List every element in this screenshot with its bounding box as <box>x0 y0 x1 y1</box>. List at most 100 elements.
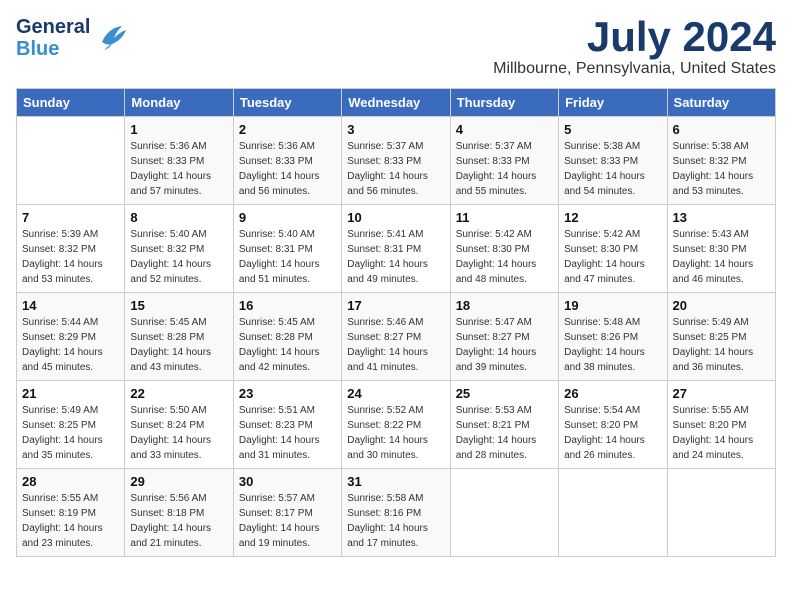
day-number: 5 <box>564 122 661 137</box>
calendar-cell: 18Sunrise: 5:47 AMSunset: 8:27 PMDayligh… <box>450 293 558 381</box>
calendar-table: SundayMondayTuesdayWednesdayThursdayFrid… <box>16 88 776 557</box>
day-info: Sunrise: 5:54 AMSunset: 8:20 PMDaylight:… <box>564 403 661 463</box>
calendar-cell: 29Sunrise: 5:56 AMSunset: 8:18 PMDayligh… <box>125 469 233 557</box>
calendar-cell: 4Sunrise: 5:37 AMSunset: 8:33 PMDaylight… <box>450 117 558 205</box>
calendar-cell: 19 Sunrise: 5:48 AMSunset: 8:26 PMDayligh… <box>559 293 667 381</box>
page-header: General Blue July 2024 Millbourne, Penns… <box>16 16 776 78</box>
day-number: 1 <box>130 122 227 137</box>
day-info: Sunrise: 5:44 AMSunset: 8:29 PMDaylight:… <box>22 315 119 375</box>
calendar-cell: 17Sunrise: 5:46 AMSunset: 8:27 PMDayligh… <box>342 293 450 381</box>
day-info: Sunrise: 5:55 AMSunset: 8:20 PMDaylight:… <box>673 403 770 463</box>
location-title: Millbourne, Pennsylvania, United States <box>493 60 776 78</box>
calendar-cell: 1 Sunrise: 5:36 AMSunset: 8:33 PMDaylight… <box>125 117 233 205</box>
logo-text-blue: Blue <box>16 38 90 60</box>
day-info: Sunrise: 5:49 AMSunset: 8:25 PMDaylight:… <box>22 403 119 463</box>
day-info: Sunrise: 5:53 AMSunset: 8:21 PMDaylight:… <box>456 403 553 463</box>
calendar-cell <box>559 469 667 557</box>
calendar-cell: 5 Sunrise: 5:38 AMSunset: 8:33 PMDaylight… <box>559 117 667 205</box>
day-number: 27 <box>673 386 770 401</box>
day-number: 8 <box>130 210 227 225</box>
day-number: 6 <box>673 122 770 137</box>
day-number: 10 <box>347 210 444 225</box>
calendar-cell: 15 Sunrise: 5:45 AMSunset: 8:28 PMDayligh… <box>125 293 233 381</box>
calendar-cell: 26Sunrise: 5:54 AMSunset: 8:20 PMDayligh… <box>559 381 667 469</box>
day-info: Sunrise: 5:39 AMSunset: 8:32 PMDaylight:… <box>22 227 119 287</box>
weekday-header-thursday: Thursday <box>450 89 558 117</box>
calendar-cell: 9 Sunrise: 5:40 AMSunset: 8:31 PMDaylight… <box>233 205 341 293</box>
calendar-cell: 8 Sunrise: 5:40 AMSunset: 8:32 PMDaylight… <box>125 205 233 293</box>
day-number: 14 <box>22 298 119 313</box>
day-info: Sunrise: 5:40 AMSunset: 8:32 PMDaylight:… <box>130 227 227 287</box>
calendar-cell: 24 Sunrise: 5:52 AMSunset: 8:22 PMDayligh… <box>342 381 450 469</box>
calendar-cell: 31 Sunrise: 5:58 AMSunset: 8:16 PMDayligh… <box>342 469 450 557</box>
calendar-week-row: 14 Sunrise: 5:44 AMSunset: 8:29 PMDayligh… <box>17 293 776 381</box>
day-info: Sunrise: 5:46 AMSunset: 8:27 PMDaylight:… <box>347 315 444 375</box>
day-number: 16 <box>239 298 336 313</box>
day-info: Sunrise: 5:42 AMSunset: 8:30 PMDaylight:… <box>456 227 553 287</box>
day-number: 7 <box>22 210 119 225</box>
calendar-week-row: 28 Sunrise: 5:55 AMSunset: 8:19 PMDayligh… <box>17 469 776 557</box>
logo-text-general: General <box>16 16 90 38</box>
day-number: 24 <box>347 386 444 401</box>
calendar-cell: 3 Sunrise: 5:37 AMSunset: 8:33 PMDaylight… <box>342 117 450 205</box>
calendar-cell: 27 Sunrise: 5:55 AMSunset: 8:20 PMDayligh… <box>667 381 775 469</box>
day-info: Sunrise: 5:55 AMSunset: 8:19 PMDaylight:… <box>22 491 119 551</box>
weekday-header-saturday: Saturday <box>667 89 775 117</box>
calendar-week-row: 7 Sunrise: 5:39 AMSunset: 8:32 PMDaylight… <box>17 205 776 293</box>
weekday-header-tuesday: Tuesday <box>233 89 341 117</box>
day-number: 12 <box>564 210 661 225</box>
day-info: Sunrise: 5:42 AMSunset: 8:30 PMDaylight:… <box>564 227 661 287</box>
day-number: 21 <box>22 386 119 401</box>
calendar-cell: 28 Sunrise: 5:55 AMSunset: 8:19 PMDayligh… <box>17 469 125 557</box>
month-title: July 2024 <box>493 16 776 58</box>
calendar-cell: 14 Sunrise: 5:44 AMSunset: 8:29 PMDayligh… <box>17 293 125 381</box>
calendar-cell: 7 Sunrise: 5:39 AMSunset: 8:32 PMDaylight… <box>17 205 125 293</box>
day-number: 20 <box>673 298 770 313</box>
calendar-cell: 2Sunrise: 5:36 AMSunset: 8:33 PMDaylight… <box>233 117 341 205</box>
title-block: July 2024 Millbourne, Pennsylvania, Unit… <box>493 16 776 78</box>
day-number: 9 <box>239 210 336 225</box>
day-number: 15 <box>130 298 227 313</box>
calendar-cell: 16Sunrise: 5:45 AMSunset: 8:28 PMDayligh… <box>233 293 341 381</box>
day-info: Sunrise: 5:52 AMSunset: 8:22 PMDaylight:… <box>347 403 444 463</box>
calendar-cell <box>450 469 558 557</box>
day-number: 18 <box>456 298 553 313</box>
day-number: 31 <box>347 474 444 489</box>
day-info: Sunrise: 5:58 AMSunset: 8:16 PMDaylight:… <box>347 491 444 551</box>
calendar-cell <box>17 117 125 205</box>
day-info: Sunrise: 5:43 AMSunset: 8:30 PMDaylight:… <box>673 227 770 287</box>
day-number: 3 <box>347 122 444 137</box>
calendar-week-row: 21 Sunrise: 5:49 AMSunset: 8:25 PMDayligh… <box>17 381 776 469</box>
weekday-header-friday: Friday <box>559 89 667 117</box>
day-number: 19 <box>564 298 661 313</box>
day-number: 30 <box>239 474 336 489</box>
day-info: Sunrise: 5:51 AMSunset: 8:23 PMDaylight:… <box>239 403 336 463</box>
day-info: Sunrise: 5:40 AMSunset: 8:31 PMDaylight:… <box>239 227 336 287</box>
day-info: Sunrise: 5:36 AMSunset: 8:33 PMDaylight:… <box>130 139 227 199</box>
calendar-cell: 13 Sunrise: 5:43 AMSunset: 8:30 PMDayligh… <box>667 205 775 293</box>
day-info: Sunrise: 5:37 AMSunset: 8:33 PMDaylight:… <box>347 139 444 199</box>
calendar-cell: 25 Sunrise: 5:53 AMSunset: 8:21 PMDayligh… <box>450 381 558 469</box>
logo-bird-icon <box>94 18 130 59</box>
calendar-cell: 23 Sunrise: 5:51 AMSunset: 8:23 PMDayligh… <box>233 381 341 469</box>
day-info: Sunrise: 5:57 AMSunset: 8:17 PMDaylight:… <box>239 491 336 551</box>
day-info: Sunrise: 5:38 AMSunset: 8:33 PMDaylight:… <box>564 139 661 199</box>
calendar-cell: 10Sunrise: 5:41 AMSunset: 8:31 PMDayligh… <box>342 205 450 293</box>
calendar-cell: 22Sunrise: 5:50 AMSunset: 8:24 PMDayligh… <box>125 381 233 469</box>
day-number: 4 <box>456 122 553 137</box>
day-info: Sunrise: 5:45 AMSunset: 8:28 PMDaylight:… <box>130 315 227 375</box>
day-info: Sunrise: 5:38 AMSunset: 8:32 PMDaylight:… <box>673 139 770 199</box>
calendar-cell: 11Sunrise: 5:42 AMSunset: 8:30 PMDayligh… <box>450 205 558 293</box>
calendar-cell: 20Sunrise: 5:49 AMSunset: 8:25 PMDayligh… <box>667 293 775 381</box>
weekday-header-sunday: Sunday <box>17 89 125 117</box>
day-number: 23 <box>239 386 336 401</box>
day-number: 28 <box>22 474 119 489</box>
day-number: 22 <box>130 386 227 401</box>
calendar-cell <box>667 469 775 557</box>
day-info: Sunrise: 5:48 AMSunset: 8:26 PMDaylight:… <box>564 315 661 375</box>
day-number: 25 <box>456 386 553 401</box>
day-number: 13 <box>673 210 770 225</box>
calendar-cell: 12 Sunrise: 5:42 AMSunset: 8:30 PMDayligh… <box>559 205 667 293</box>
weekday-header-row: SundayMondayTuesdayWednesdayThursdayFrid… <box>17 89 776 117</box>
calendar-cell: 21 Sunrise: 5:49 AMSunset: 8:25 PMDayligh… <box>17 381 125 469</box>
